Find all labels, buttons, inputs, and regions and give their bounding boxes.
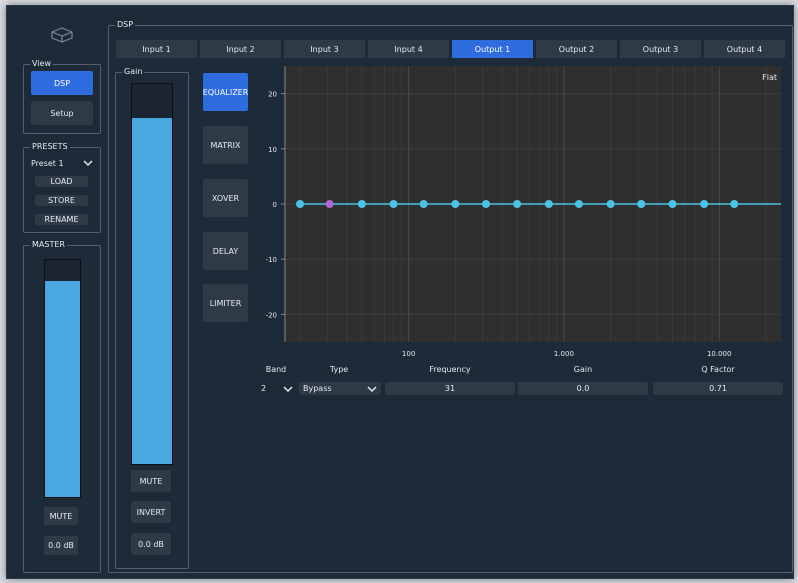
tab-output-2[interactable]: Output 2 <box>536 40 617 58</box>
logo-icon <box>51 27 73 43</box>
band-select[interactable]: 2 <box>257 382 297 395</box>
filter-type-value: Bypass <box>303 384 332 393</box>
preset-select[interactable]: Preset 1 <box>27 156 97 170</box>
band-handle[interactable] <box>637 200 646 208</box>
y-tick-label: 10 <box>268 146 277 154</box>
eq-response-chart[interactable]: 20100-10-20 100 1.000 10.000 Flat <box>255 62 785 362</box>
view-group-title: View <box>30 59 53 69</box>
band-handle[interactable] <box>481 200 490 208</box>
y-tick-label: 20 <box>268 91 277 99</box>
presets-group-title: PRESETS <box>30 142 70 152</box>
tab-output-3[interactable]: Output 3 <box>620 40 701 58</box>
equalizer-button[interactable]: EQUALIZER <box>203 73 248 111</box>
band-handle[interactable] <box>389 200 398 208</box>
x-tick-label: 100 <box>402 350 415 358</box>
y-tick-label: -20 <box>266 311 277 319</box>
band-handle[interactable] <box>296 200 305 208</box>
band-handle[interactable] <box>419 200 428 208</box>
store-button[interactable]: STORE <box>35 195 88 206</box>
q-factor-header: Q Factor <box>701 365 735 374</box>
band-handle[interactable] <box>606 200 615 208</box>
band-handle[interactable] <box>700 200 709 208</box>
dsp-view-button[interactable]: DSP <box>31 71 93 95</box>
gain-group: Gain MUTE INVERT 0.0 dB <box>115 67 189 569</box>
curve-title: Flat <box>762 73 777 82</box>
band-handle[interactable] <box>513 200 522 208</box>
frequency-input[interactable]: 31 <box>385 382 515 395</box>
band-handle[interactable] <box>730 200 739 208</box>
chevron-down-icon <box>83 160 93 167</box>
tab-output-1[interactable]: Output 1 <box>452 40 533 58</box>
master-level-meter[interactable] <box>44 259 81 498</box>
filter-type-select[interactable]: Bypass <box>299 382 381 395</box>
master-group: MASTER MUTE 0.0 dB <box>23 240 101 573</box>
gain-level-fill <box>132 118 172 464</box>
master-gain-value[interactable]: 0.0 dB <box>44 536 78 555</box>
app-window: View DSP Setup PRESETS Preset 1 LOAD STO… <box>6 5 794 579</box>
band-handle[interactable] <box>574 200 583 208</box>
x-tick-label: 10.000 <box>707 350 732 358</box>
band-handle[interactable] <box>668 200 677 208</box>
band-handle[interactable] <box>544 200 553 208</box>
q-factor-input[interactable]: 0.71 <box>653 382 783 395</box>
y-tick-label: 0 <box>273 201 277 209</box>
band-header: Band <box>265 365 287 374</box>
tab-input-2[interactable]: Input 2 <box>200 40 281 58</box>
chevron-down-icon <box>367 385 377 392</box>
band-handles <box>296 200 739 208</box>
setup-view-button[interactable]: Setup <box>31 101 93 125</box>
gain-group-title: Gain <box>122 67 145 77</box>
gain-level-meter[interactable] <box>131 83 173 465</box>
band-select-value: 2 <box>261 384 267 393</box>
master-group-title: MASTER <box>30 240 67 250</box>
master-level-fill <box>45 281 80 497</box>
gain-mute-button[interactable]: MUTE <box>131 470 171 492</box>
band-handle[interactable] <box>325 200 334 208</box>
tab-input-3[interactable]: Input 3 <box>284 40 365 58</box>
tab-output-4[interactable]: Output 4 <box>704 40 785 58</box>
chevron-down-icon <box>283 385 293 392</box>
x-axis-ticks: 100 1.000 10.000 <box>402 350 732 358</box>
view-group: View DSP Setup <box>23 59 101 134</box>
load-button[interactable]: LOAD <box>35 176 88 187</box>
type-header: Type <box>329 365 349 374</box>
delay-button[interactable]: DELAY <box>203 232 248 270</box>
xover-button[interactable]: XOVER <box>203 179 248 217</box>
y-axis-ticks: 20 10 0 -10 -20 <box>266 66 286 342</box>
tab-input-1[interactable]: Input 1 <box>116 40 197 58</box>
master-mute-button[interactable]: MUTE <box>44 507 78 525</box>
dsp-group-title: DSP <box>115 20 136 30</box>
band-handle[interactable] <box>357 200 366 208</box>
band-handle[interactable] <box>451 200 460 208</box>
rename-button[interactable]: RENAME <box>35 214 88 225</box>
presets-group: PRESETS Preset 1 LOAD STORE RENAME <box>23 142 101 233</box>
preset-select-value: Preset 1 <box>31 158 64 168</box>
y-tick-label: -10 <box>266 256 277 264</box>
frequency-header: Frequency <box>429 365 471 374</box>
tab-input-4[interactable]: Input 4 <box>368 40 449 58</box>
gain-header: Gain <box>573 365 593 374</box>
gain-input[interactable]: 0.0 <box>518 382 648 395</box>
gain-value[interactable]: 0.0 dB <box>131 533 171 555</box>
x-tick-label: 1.000 <box>554 350 574 358</box>
matrix-button[interactable]: MATRIX <box>203 126 248 164</box>
invert-button[interactable]: INVERT <box>131 501 171 523</box>
limiter-button[interactable]: LIMITER <box>203 284 248 322</box>
